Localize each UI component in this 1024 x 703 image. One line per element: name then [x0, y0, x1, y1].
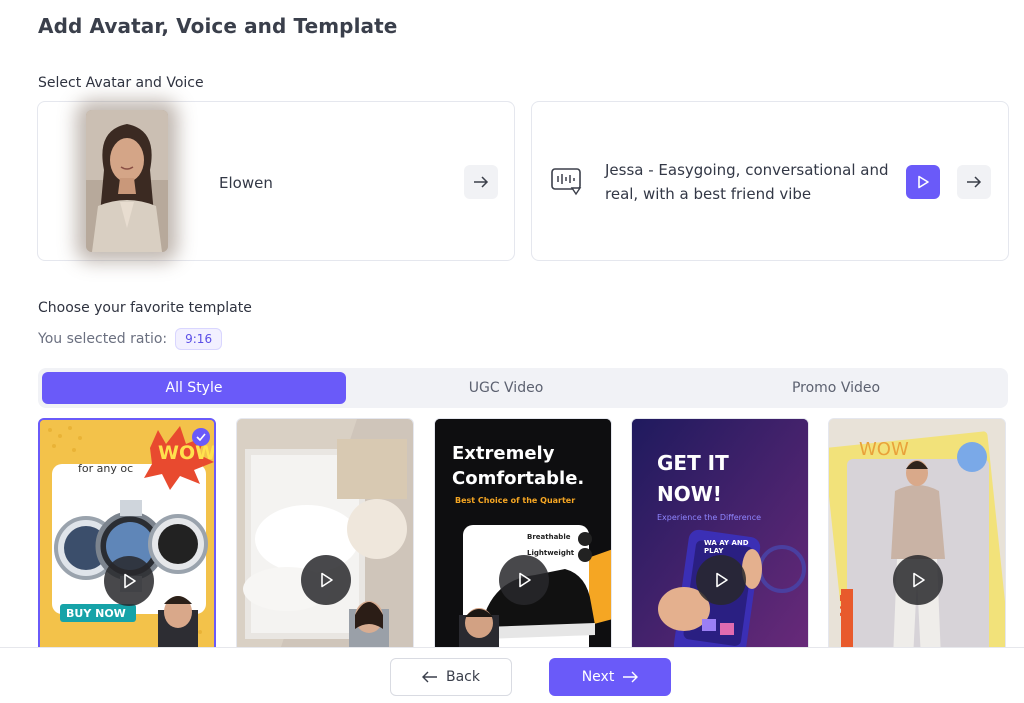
- tab-all-style[interactable]: All Style: [42, 372, 346, 404]
- avatar-image: [86, 110, 168, 252]
- template-app-headline-2: NOW!: [657, 482, 722, 506]
- template-card-shoe[interactable]: Extremely Comfortable. Best Choice of th…: [434, 418, 612, 658]
- template-play-button[interactable]: [104, 556, 154, 606]
- ratio-badge: 9:16: [175, 328, 223, 350]
- back-button[interactable]: Back: [390, 658, 512, 696]
- template-app-phone-text: WA AY AND PLAY: [704, 539, 749, 555]
- template-play-button[interactable]: [301, 555, 351, 605]
- template-watch-wow: WOW: [158, 442, 216, 464]
- ratio-row: You selected ratio: 9:16: [38, 328, 223, 350]
- avatar-name: Elowen: [219, 174, 273, 192]
- voice-card[interactable]: Jessa - Easygoing, conversational and re…: [531, 101, 1009, 261]
- next-button-label: Next: [581, 669, 615, 685]
- template-app-headline-1: GET IT: [657, 451, 729, 475]
- play-icon: [716, 572, 728, 588]
- template-shoe-headline-1: Extremely: [452, 443, 555, 464]
- footer-bar: Back Next: [0, 647, 1024, 703]
- ratio-label: You selected ratio:: [38, 331, 168, 347]
- avatar-change-button[interactable]: [464, 165, 498, 199]
- voice-change-button[interactable]: [957, 165, 991, 199]
- play-icon: [321, 572, 333, 588]
- play-icon: [519, 572, 531, 588]
- play-icon: [913, 572, 925, 588]
- tab-promo-video[interactable]: Promo Video: [678, 372, 994, 404]
- template-play-button[interactable]: [499, 555, 549, 605]
- voice-play-button[interactable]: [906, 165, 940, 199]
- page-title: Add Avatar, Voice and Template: [38, 14, 398, 38]
- template-shoe-feature-1: Breathable: [527, 533, 571, 541]
- voice-waveform-icon: [550, 166, 584, 198]
- style-tabs: All Style UGC Video Promo Video: [38, 368, 1008, 408]
- back-button-label: Back: [446, 669, 480, 685]
- template-card-watch[interactable]: for any oc WOW BUY NOW: [38, 418, 216, 658]
- template-watch-buy-now: BUY NOW: [66, 607, 126, 620]
- avatar-voice-section-label: Select Avatar and Voice: [38, 75, 204, 91]
- template-shoe-headline-2: Comfortable.: [452, 468, 585, 489]
- template-card-app[interactable]: GET IT NOW! Experience the Difference WA…: [631, 418, 809, 658]
- next-button[interactable]: Next: [549, 658, 671, 696]
- arrow-left-icon: [422, 671, 437, 683]
- template-play-button[interactable]: [696, 555, 746, 605]
- template-app-subtitle: Experience the Difference: [657, 513, 762, 522]
- arrow-right-icon: [474, 176, 489, 188]
- template-watch-top-text: for any oc: [78, 462, 134, 475]
- arrow-right-icon: [623, 671, 639, 683]
- avatar-card[interactable]: Elowen: [37, 101, 515, 261]
- voice-description: Jessa - Easygoing, conversational and re…: [605, 161, 889, 203]
- template-play-button[interactable]: [893, 555, 943, 605]
- template-section-label: Choose your favorite template: [38, 300, 252, 316]
- template-card-fashion[interactable]: WOW ALE: [828, 418, 1006, 658]
- play-icon: [124, 573, 136, 589]
- template-shoe-feature-2: Lightweight: [527, 549, 575, 557]
- play-icon: [918, 175, 929, 189]
- template-fashion-wow: WOW: [859, 439, 909, 460]
- arrow-right-icon: [967, 176, 982, 188]
- template-shoe-subtitle: Best Choice of the Quarter: [455, 496, 576, 505]
- tab-ugc-video[interactable]: UGC Video: [354, 372, 658, 404]
- template-fashion-sale: ALE: [838, 593, 852, 619]
- template-card-bedroom[interactable]: [236, 418, 414, 658]
- selected-check-icon: [192, 428, 210, 446]
